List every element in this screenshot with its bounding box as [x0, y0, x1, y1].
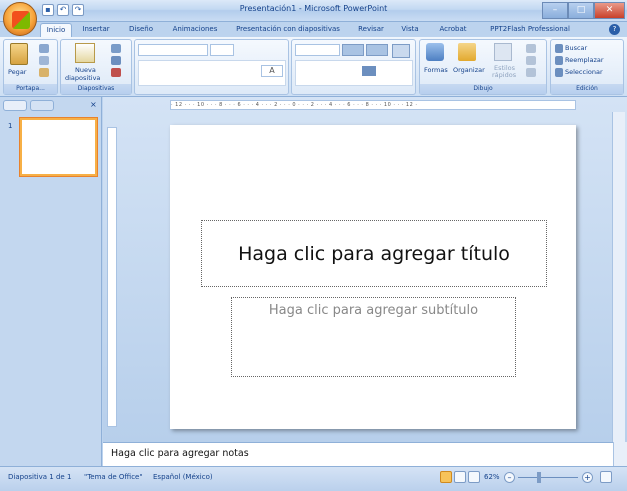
outline-tab[interactable]: [30, 100, 54, 111]
quick-styles-icon[interactable]: [494, 43, 512, 61]
fit-window-icon[interactable]: [600, 471, 612, 483]
find-label[interactable]: Buscar: [565, 44, 587, 52]
font-name-select[interactable]: [138, 44, 208, 56]
replace-icon[interactable]: [555, 56, 563, 65]
slide-thumbnail[interactable]: [19, 117, 98, 177]
slides-group: Nueva diapositiva Diapositivas: [60, 39, 132, 95]
format-painter-icon[interactable]: [39, 68, 49, 77]
slides-tab[interactable]: [3, 100, 27, 111]
layout-icon[interactable]: [111, 44, 121, 53]
paragraph-area: [295, 60, 413, 86]
select-icon[interactable]: [555, 68, 563, 77]
new-slide-label-2[interactable]: diapositiva: [65, 74, 100, 82]
indent-icon[interactable]: [342, 44, 364, 56]
thumb-number: 1: [8, 122, 13, 130]
zoom-level: 62%: [484, 473, 500, 481]
shapes-label[interactable]: Formas: [424, 66, 448, 74]
ribbon: Pegar Portapa... Nueva diapositiva Diapo…: [0, 37, 627, 97]
fill-icon[interactable]: [526, 44, 536, 53]
tab-inicio[interactable]: Inicio: [40, 23, 72, 37]
zoom-in-button[interactable]: +: [582, 472, 593, 483]
tab-vista[interactable]: Vista: [396, 23, 424, 37]
select-label[interactable]: Seleccionar: [565, 68, 603, 76]
restore-button[interactable]: □: [568, 2, 594, 19]
vertical-ruler: [107, 127, 117, 427]
theme-name: "Tema de Office": [84, 473, 143, 481]
title-placeholder[interactable]: Haga clic para agregar título: [201, 220, 547, 287]
align-icon[interactable]: [362, 66, 376, 76]
copy-icon[interactable]: [39, 56, 49, 65]
sorter-view-icon[interactable]: [454, 471, 466, 483]
vertical-scrollbar[interactable]: [612, 112, 625, 442]
save-icon[interactable]: ▪: [42, 4, 54, 16]
editing-group: Buscar Reemplazar Seleccionar Edición: [550, 39, 624, 95]
tab-acrobat[interactable]: Acrobat: [434, 23, 472, 37]
slideshow-view-icon[interactable]: [468, 471, 480, 483]
ribbon-tabs: Inicio Insertar Diseño Animaciones Prese…: [0, 22, 627, 37]
arrange-label[interactable]: Organizar: [453, 66, 485, 74]
horizontal-ruler: · 12 · · · 10 · · · 8 · · · 6 · · · 4 · …: [170, 100, 576, 110]
help-icon[interactable]: ?: [609, 24, 620, 35]
close-pane-icon[interactable]: ×: [90, 100, 98, 110]
arrange-icon[interactable]: [458, 43, 476, 61]
powerpoint-window: Presentación1 - Microsoft PowerPoint ▪ ↶…: [0, 0, 627, 491]
tab-ppt2flash[interactable]: PPT2Flash Professional: [480, 23, 580, 37]
language: Español (México): [153, 473, 213, 481]
new-slide-label-1[interactable]: Nueva: [75, 66, 96, 74]
office-logo-icon: [12, 11, 30, 29]
text-direction-icon[interactable]: [392, 44, 410, 58]
editing-group-label: Edición: [551, 84, 623, 94]
effects-icon[interactable]: [526, 68, 536, 77]
delete-slide-icon[interactable]: [111, 68, 121, 77]
minimize-button[interactable]: –: [542, 2, 568, 19]
normal-view-icon[interactable]: [440, 471, 452, 483]
paragraph-group: [291, 39, 416, 95]
close-button[interactable]: ✕: [594, 2, 625, 19]
clipboard-group-label: Portapa...: [4, 84, 57, 94]
font-size-select[interactable]: [210, 44, 234, 56]
shapes-icon[interactable]: [426, 43, 444, 61]
zoom-thumb[interactable]: [537, 472, 541, 483]
title-bar: Presentación1 - Microsoft PowerPoint ▪ ↶…: [0, 0, 627, 22]
list-icon[interactable]: [366, 44, 388, 56]
undo-icon[interactable]: ↶: [57, 4, 69, 16]
zoom-slider[interactable]: [518, 477, 578, 478]
notes-scrollbar[interactable]: [613, 442, 627, 466]
clipboard-group: Pegar Portapa...: [3, 39, 58, 95]
window-title: Presentación1 - Microsoft PowerPoint: [239, 4, 388, 13]
tab-insertar[interactable]: Insertar: [76, 23, 116, 37]
notes-pane[interactable]: Haga clic para agregar notas: [103, 442, 613, 466]
paste-label[interactable]: Pegar: [8, 68, 26, 76]
find-icon[interactable]: [555, 44, 563, 53]
paste-icon[interactable]: [10, 43, 28, 65]
status-bar: Diapositiva 1 de 1 "Tema de Office" Espa…: [0, 466, 627, 491]
office-button[interactable]: [3, 2, 37, 36]
font-color-button[interactable]: A: [261, 65, 283, 77]
replace-label[interactable]: Reemplazar: [565, 56, 604, 64]
new-slide-icon[interactable]: [75, 43, 95, 63]
slides-group-label: Diapositivas: [61, 84, 131, 94]
slide-count: Diapositiva 1 de 1: [8, 473, 72, 481]
zoom-out-button[interactable]: –: [504, 472, 515, 483]
cut-icon[interactable]: [39, 44, 49, 53]
drawing-group: Formas Organizar Estilos rápidos Dibujo: [419, 39, 547, 95]
tab-revisar[interactable]: Revisar: [352, 23, 390, 37]
reset-icon[interactable]: [111, 56, 121, 65]
tab-presentacion[interactable]: Presentación con diapositivas: [232, 23, 344, 37]
paragraph-blank: [295, 44, 340, 56]
font-group: A: [134, 39, 289, 95]
subtitle-placeholder[interactable]: Haga clic para agregar subtítulo: [231, 297, 516, 377]
tab-animaciones[interactable]: Animaciones: [166, 23, 224, 37]
redo-icon[interactable]: ↷: [72, 4, 84, 16]
outline-icon[interactable]: [526, 56, 536, 65]
quick-styles-label-2[interactable]: rápidos: [492, 71, 516, 79]
drawing-group-label: Dibujo: [420, 84, 546, 94]
tab-diseno[interactable]: Diseño: [122, 23, 160, 37]
